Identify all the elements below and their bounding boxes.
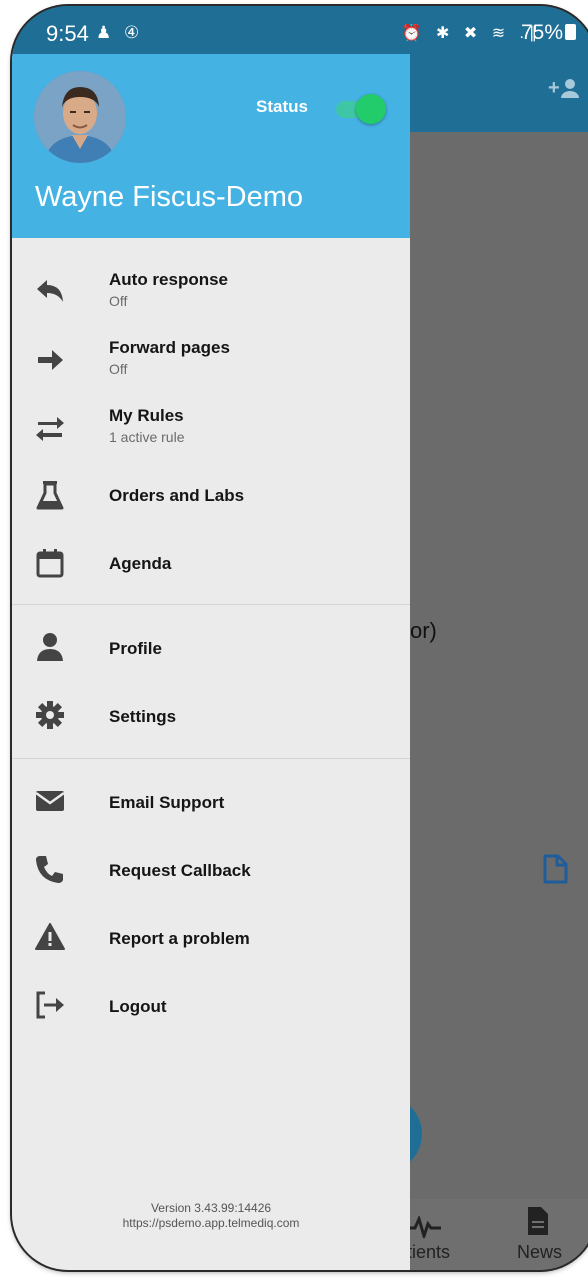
divider bbox=[12, 758, 410, 759]
svg-text:+: + bbox=[548, 77, 560, 99]
notification-icons: ♟ ④ bbox=[96, 23, 144, 42]
clock: 9:54 bbox=[46, 21, 89, 46]
nav-patients-label[interactable]: tients bbox=[407, 1242, 450, 1263]
menu-item-logout[interactable]: Logout bbox=[12, 975, 410, 1037]
menu-item-agenda[interactable]: Agenda bbox=[12, 534, 410, 596]
menu-item-label: Settings bbox=[109, 707, 177, 726]
menu-item-my-rules[interactable]: My Rules 1 active rule bbox=[12, 398, 410, 460]
battery-indicator: 75% bbox=[521, 21, 576, 45]
pulse-icon[interactable] bbox=[407, 1216, 441, 1238]
background-text: or) bbox=[410, 618, 437, 643]
user-name: Wayne Fiscus-Demo bbox=[35, 181, 304, 213]
menu-item-label: Request Callback bbox=[109, 861, 251, 880]
version-info: Version 3.43.99:14426 https://psdemo.app… bbox=[12, 1201, 410, 1231]
drawer-header: Status Wayne Fiscus-Demo bbox=[12, 48, 410, 238]
menu-item-auto-response[interactable]: Auto response Off bbox=[12, 262, 410, 324]
news-icon[interactable] bbox=[527, 1206, 549, 1236]
status-bar: 9:54 ♟ ④ ⏰ ✱ ✖ ≋ .∥ 75% bbox=[12, 6, 588, 54]
menu-item-forward-pages[interactable]: Forward pages Off bbox=[12, 330, 410, 392]
status-toggle[interactable] bbox=[334, 94, 386, 124]
menu-item-email-support[interactable]: Email Support bbox=[12, 771, 410, 833]
version-number: Version 3.43.99:14426 bbox=[150, 1201, 272, 1215]
warning-icon bbox=[35, 923, 65, 950]
battery-percent: 75% bbox=[520, 21, 563, 44]
menu-item-request-callback[interactable]: Request Callback bbox=[12, 839, 410, 901]
server-url: https://psdemo.app.telmediq.com bbox=[122, 1216, 300, 1230]
logout-icon bbox=[36, 991, 64, 1019]
document-icon[interactable] bbox=[542, 854, 568, 884]
menu-item-label: Forward pages bbox=[109, 338, 230, 357]
envelope-icon bbox=[35, 791, 65, 811]
menu-item-settings[interactable]: Settings bbox=[12, 685, 410, 747]
avatar[interactable] bbox=[34, 71, 126, 163]
calendar-icon bbox=[36, 549, 64, 578]
menu-item-label: Email Support bbox=[109, 793, 225, 812]
menu-item-report-problem[interactable]: Report a problem bbox=[12, 907, 410, 969]
menu-item-status: 1 active rule bbox=[109, 429, 185, 445]
menu-item-label: My Rules bbox=[109, 406, 184, 425]
battery-icon bbox=[565, 24, 576, 40]
menu-item-label: Agenda bbox=[109, 554, 172, 573]
phone-screen: 9:54 ♟ ④ ⏰ ✱ ✖ ≋ .∥ 75% + or) tients New… bbox=[12, 6, 588, 1270]
status-label: Status bbox=[256, 97, 308, 116]
person-icon bbox=[37, 633, 63, 661]
menu-item-label: Logout bbox=[109, 997, 167, 1016]
divider bbox=[12, 604, 410, 605]
menu-item-label: Profile bbox=[109, 639, 162, 658]
navigation-drawer: Status Wayne Fiscus-Demo Auto response O… bbox=[12, 48, 410, 1270]
phone-icon bbox=[36, 856, 63, 883]
arrow-right-icon bbox=[38, 350, 63, 370]
nav-news-label[interactable]: News bbox=[517, 1242, 562, 1263]
reply-icon bbox=[37, 280, 63, 302]
menu-item-label: Auto response bbox=[109, 270, 229, 289]
flask-icon bbox=[36, 481, 64, 510]
menu-item-status: Off bbox=[109, 293, 128, 309]
swap-arrows-icon bbox=[36, 417, 64, 441]
toggle-knob bbox=[356, 94, 386, 124]
add-user-icon[interactable]: + bbox=[548, 76, 582, 106]
menu-item-label: Report a problem bbox=[109, 929, 250, 948]
menu-item-status: Off bbox=[109, 361, 128, 377]
menu-item-orders-and-labs[interactable]: Orders and Labs bbox=[12, 466, 410, 528]
gear-icon bbox=[36, 701, 64, 729]
menu-item-label: Orders and Labs bbox=[109, 486, 245, 505]
menu-item-profile[interactable]: Profile bbox=[12, 617, 410, 679]
